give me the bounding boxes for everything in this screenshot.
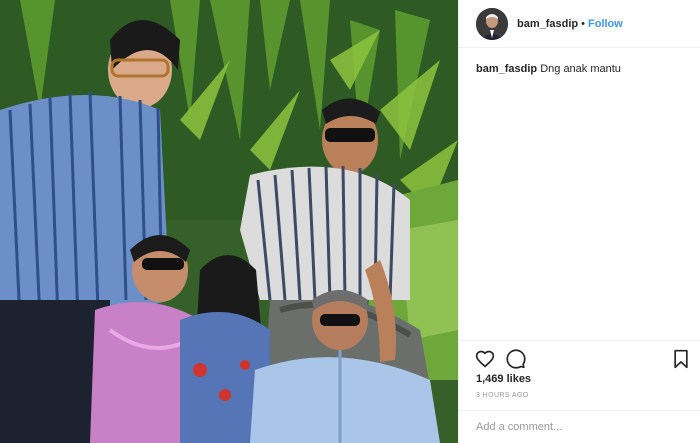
- avatar[interactable]: [476, 7, 508, 40]
- follow-button[interactable]: Follow: [588, 18, 623, 30]
- header-username[interactable]: bam_fasdip: [517, 18, 578, 30]
- post-timestamp: 3 HOURS AGO: [476, 392, 529, 399]
- instagram-post: bam_fasdip • Follow bam_fasdip Dng anak …: [0, 0, 700, 443]
- header-separator: •: [581, 17, 585, 30]
- post-header: bam_fasdip • Follow: [459, 0, 700, 48]
- comment-box: [459, 410, 700, 443]
- heart-outline-icon: [475, 350, 495, 368]
- likes-count[interactable]: 1,469 likes: [476, 373, 531, 385]
- post-photo[interactable]: [0, 0, 458, 443]
- like-button[interactable]: [475, 349, 495, 369]
- save-button[interactable]: [671, 349, 691, 369]
- post-actions: [459, 340, 700, 374]
- profile-picture-icon: [476, 7, 508, 40]
- family-photo-illustration: [0, 0, 458, 443]
- comment-input[interactable]: [476, 421, 686, 433]
- post-caption: bam_fasdip Dng anak mantu: [476, 62, 691, 76]
- post-side-panel: bam_fasdip • Follow bam_fasdip Dng anak …: [458, 0, 700, 443]
- speech-bubble-icon: [506, 349, 526, 369]
- bookmark-outline-icon: [674, 349, 688, 369]
- comment-button[interactable]: [506, 349, 526, 369]
- caption-text: Dng anak mantu: [540, 63, 621, 75]
- caption-username[interactable]: bam_fasdip: [476, 63, 537, 75]
